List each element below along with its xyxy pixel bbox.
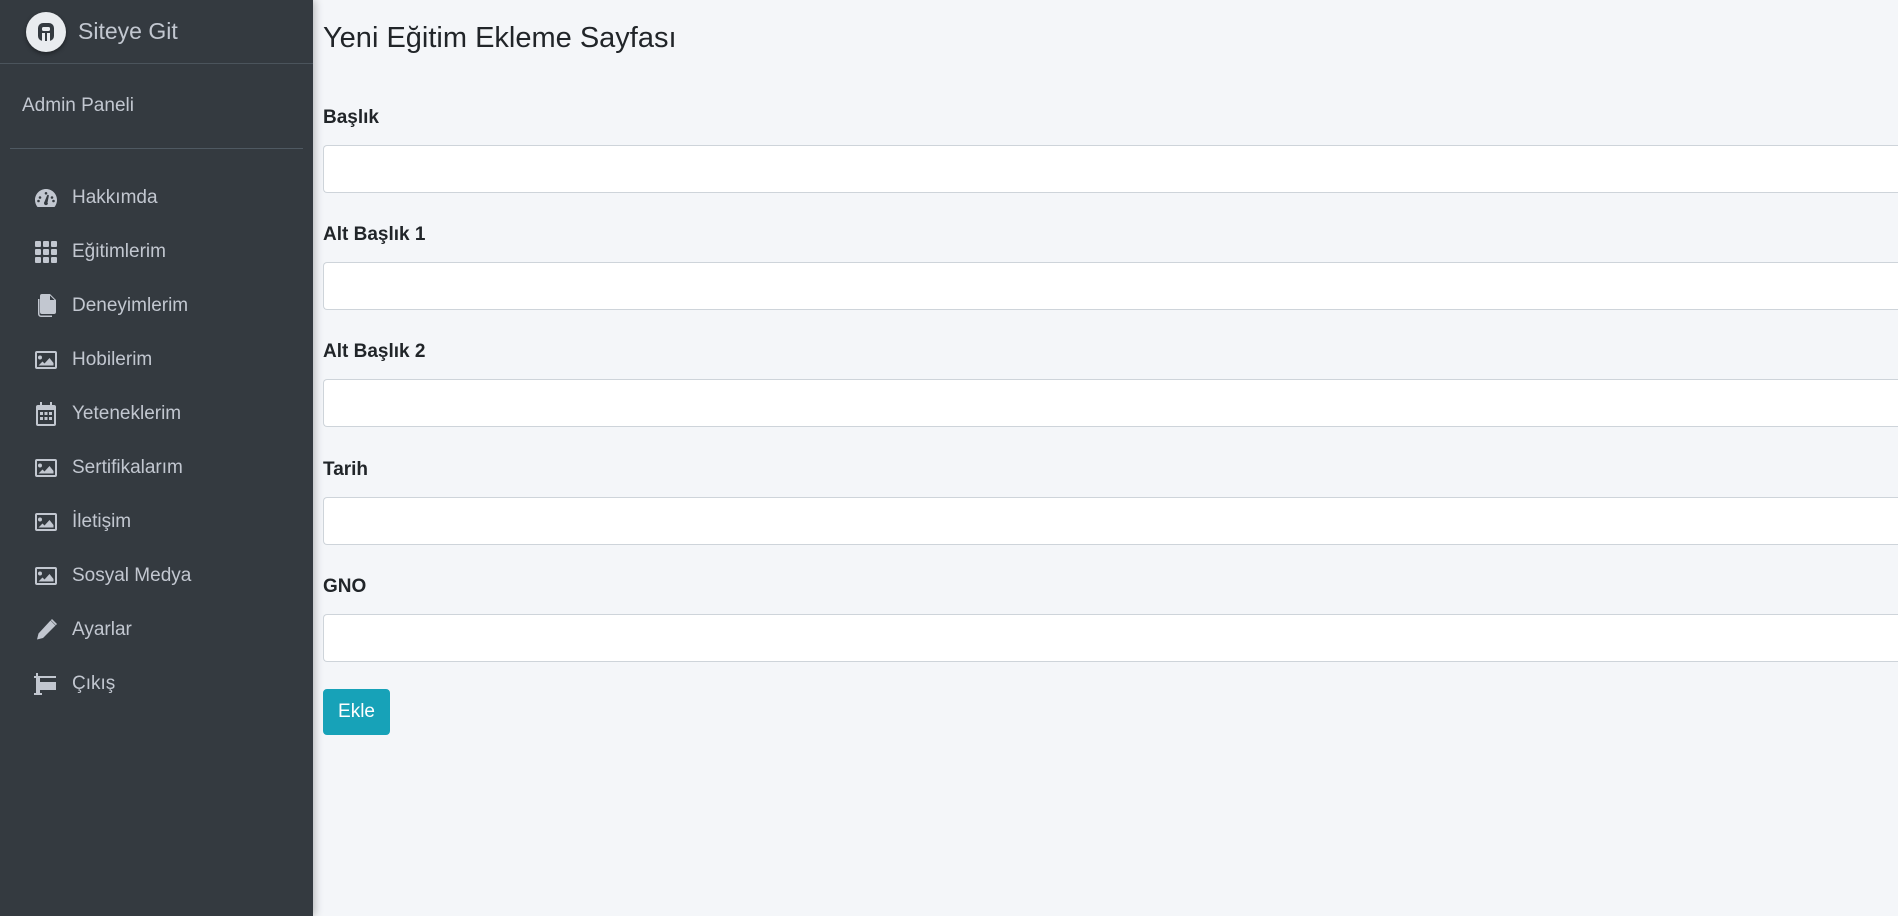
sidebar-item-egitimlerim[interactable]: Eğitimlerim bbox=[0, 225, 313, 279]
tarih-input[interactable] bbox=[323, 497, 1898, 545]
tachometer-icon bbox=[34, 186, 58, 210]
main-content: Yeni Eğitim Ekleme Sayfası Başlık Alt Ba… bbox=[313, 0, 1898, 916]
sidebar-item-label: Ayarlar bbox=[72, 619, 132, 640]
form-group-gno: GNO bbox=[323, 573, 1898, 662]
form-group-baslik: Başlık bbox=[323, 104, 1898, 193]
image-icon bbox=[34, 456, 58, 480]
calendar-icon bbox=[34, 402, 58, 426]
grid-icon bbox=[34, 240, 58, 264]
sidebar-item-label: Eğitimlerim bbox=[72, 241, 166, 262]
baslik-input[interactable] bbox=[323, 145, 1898, 193]
image-icon bbox=[34, 564, 58, 588]
image-icon bbox=[34, 510, 58, 534]
sidebar-item-label: Yeteneklerim bbox=[72, 403, 182, 424]
sidebar-item-label: Sertifikalarım bbox=[72, 457, 183, 478]
sidebar-item-deneyimlerim[interactable]: Deneyimlerim bbox=[0, 279, 313, 333]
gno-input[interactable] bbox=[323, 614, 1898, 662]
sidebar-item-hakkimda[interactable]: Hakkımda bbox=[0, 171, 313, 225]
alt-baslik-1-label: Alt Başlık 1 bbox=[323, 224, 426, 245]
sidebar-item-sosyal-medya[interactable]: Sosyal Medya bbox=[0, 549, 313, 603]
sidebar-item-label: Çıkış bbox=[72, 673, 116, 694]
panel-title: Admin Paneli bbox=[22, 95, 134, 116]
brand-text[interactable]: Siteye Git bbox=[78, 18, 178, 45]
gno-label: GNO bbox=[323, 576, 367, 597]
sidebar-item-label: Deneyimlerim bbox=[72, 295, 189, 316]
alt-baslik-2-label: Alt Başlık 2 bbox=[323, 341, 426, 362]
sign-icon bbox=[34, 672, 58, 696]
sidebar-item-ayarlar[interactable]: Ayarlar bbox=[0, 603, 313, 657]
pencil-icon bbox=[34, 618, 58, 642]
baslik-label: Başlık bbox=[323, 107, 379, 128]
sidebar-item-label: Hobilerim bbox=[72, 349, 153, 370]
alt-baslik-2-input[interactable] bbox=[323, 379, 1898, 427]
sidebar-item-sertifikalarim[interactable]: Sertifikalarım bbox=[0, 441, 313, 495]
alt-baslik-1-input[interactable] bbox=[323, 262, 1898, 310]
form-group-tarih: Tarih bbox=[323, 456, 1898, 545]
form-group-alt-baslik-2: Alt Başlık 2 bbox=[323, 338, 1898, 427]
image-icon bbox=[34, 348, 58, 372]
brand-logo-icon bbox=[26, 11, 66, 52]
copy-icon bbox=[34, 294, 58, 318]
sidebar-item-label: İletişim bbox=[72, 511, 132, 532]
tarih-label: Tarih bbox=[323, 459, 369, 480]
brand-link[interactable]: Siteye Git bbox=[0, 0, 313, 64]
page-title: Yeni Eğitim Ekleme Sayfası bbox=[323, 22, 677, 54]
sidebar-item-iletisim[interactable]: İletişim bbox=[0, 495, 313, 549]
sidebar-nav: Hakkımda Eğitimlerim Deneyimlerim Hobile… bbox=[0, 149, 313, 711]
sidebar: Siteye Git Admin Paneli Hakkımda Eğitiml… bbox=[0, 0, 313, 916]
sidebar-item-label: Sosyal Medya bbox=[72, 565, 192, 586]
ekle-button[interactable]: Ekle bbox=[323, 689, 390, 735]
form-group-alt-baslik-1: Alt Başlık 1 bbox=[323, 221, 1898, 310]
sidebar-item-label: Hakkımda bbox=[72, 187, 158, 208]
sidebar-item-yeteneklerim[interactable]: Yeteneklerim bbox=[0, 387, 313, 441]
sidebar-item-cikis[interactable]: Çıkış bbox=[0, 657, 313, 711]
sidebar-item-hobilerim[interactable]: Hobilerim bbox=[0, 333, 313, 387]
